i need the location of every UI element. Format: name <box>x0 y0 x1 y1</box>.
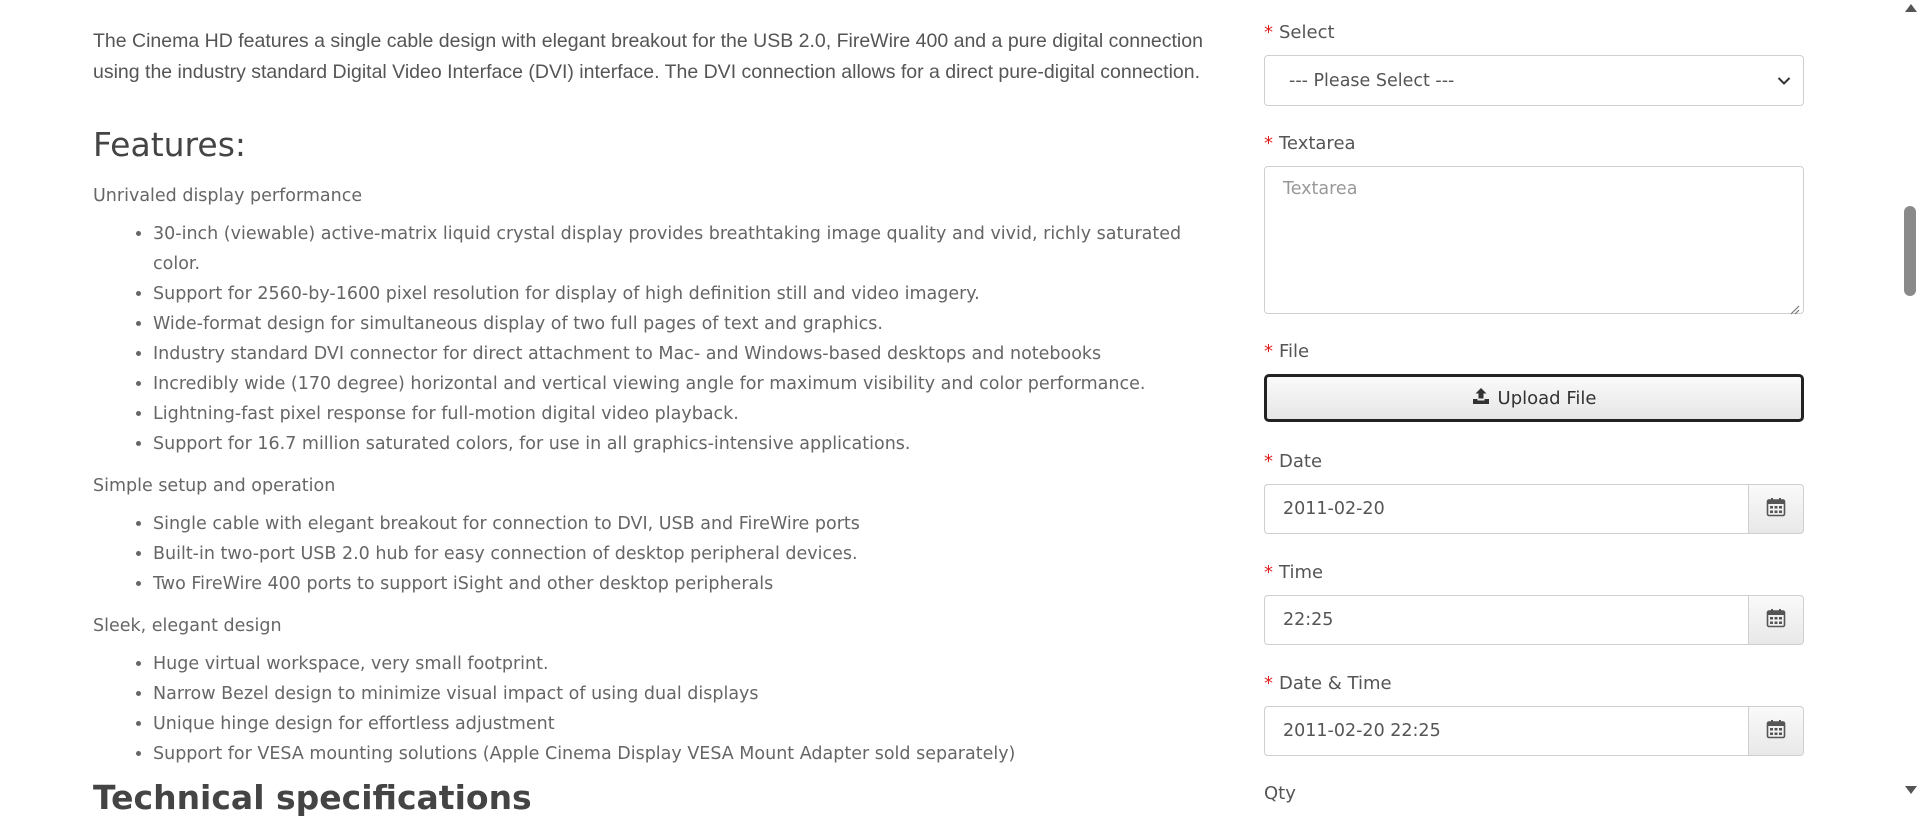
list-item: Incredibly wide (170 degree) horizontal … <box>153 369 1213 399</box>
feature-group-title: Unrivaled display performance <box>93 186 363 206</box>
date-input-group: 2011-02-20 <box>1264 484 1804 534</box>
required-marker: * <box>1264 22 1273 43</box>
required-marker: * <box>1264 673 1273 694</box>
datetime-label: * Date & Time <box>1264 673 1392 694</box>
datetime-input-group: 2011-02-20 22:25 <box>1264 706 1804 756</box>
list-item: Support for VESA mounting solutions (App… <box>153 739 1213 769</box>
list-item: Huge virtual workspace, very small footp… <box>153 649 1213 679</box>
upload-file-button[interactable]: Upload File <box>1264 374 1804 422</box>
date-label: * Date <box>1264 451 1323 472</box>
textarea-label: * Textarea <box>1264 133 1356 154</box>
date-field-group: * Date 2011-02-20 <box>1264 450 1804 534</box>
calendar-icon <box>1766 608 1786 632</box>
features-heading: Features: <box>93 125 247 164</box>
required-marker: * <box>1264 562 1273 583</box>
time-label: * Time <box>1264 562 1324 583</box>
feature-list: Huge virtual workspace, very small footp… <box>93 649 1213 769</box>
list-item: Industry standard DVI connector for dire… <box>153 339 1213 369</box>
upload-button-label: Upload File <box>1497 387 1597 409</box>
description-intro: The Cinema HD features a single cable de… <box>93 30 1203 83</box>
textarea-input[interactable]: Textarea <box>1264 166 1804 315</box>
textarea-field-group: * Textarea Textarea <box>1264 132 1804 315</box>
required-marker: * <box>1264 341 1273 362</box>
qty-field-group: Qty <box>1264 782 1296 806</box>
scroll-up-arrow-icon[interactable] <box>1905 4 1917 12</box>
select-label: * Select <box>1264 22 1335 43</box>
time-input[interactable]: 22:25 <box>1264 595 1748 645</box>
required-marker: * <box>1264 133 1273 154</box>
date-picker-button[interactable] <box>1748 484 1804 534</box>
datetime-input[interactable]: 2011-02-20 22:25 <box>1264 706 1748 756</box>
upload-icon <box>1472 387 1490 410</box>
scrollbar-thumb[interactable] <box>1904 206 1916 296</box>
feature-group-title: Sleek, elegant design <box>93 616 282 636</box>
select-field-group: * Select --- Please Select --- <box>1264 21 1804 106</box>
qty-label: Qty <box>1264 783 1296 804</box>
list-item: Single cable with elegant breakout for c… <box>153 509 1213 539</box>
page-scrollbar[interactable] <box>1900 0 1920 800</box>
tech-specs-heading: Technical specifications <box>93 778 532 817</box>
list-item: 30-inch (viewable) active-matrix liquid … <box>153 219 1213 279</box>
datetime-picker-button[interactable] <box>1748 706 1804 756</box>
feature-list: 30-inch (viewable) active-matrix liquid … <box>93 219 1213 459</box>
textarea-placeholder: Textarea <box>1283 179 1358 199</box>
calendar-icon <box>1766 719 1786 743</box>
list-item: Narrow Bezel design to minimize visual i… <box>153 679 1213 709</box>
required-marker: * <box>1264 451 1273 472</box>
calendar-icon <box>1766 497 1786 521</box>
list-item: Support for 16.7 million saturated color… <box>153 429 1213 459</box>
time-input-group: 22:25 <box>1264 595 1804 645</box>
file-label: * File <box>1264 341 1310 362</box>
time-field-group: * Time 22:25 <box>1264 561 1804 645</box>
list-item: Support for 2560-by-1600 pixel resolutio… <box>153 279 1213 309</box>
list-item: Lightning-fast pixel response for full-m… <box>153 399 1213 429</box>
list-item: Two FireWire 400 ports to support iSight… <box>153 569 1213 599</box>
resize-handle-icon[interactable] <box>1790 300 1800 315</box>
product-description: The Cinema HD features a single cable de… <box>93 0 1213 781</box>
date-input[interactable]: 2011-02-20 <box>1264 484 1748 534</box>
list-item: Wide-format design for simultaneous disp… <box>153 309 1213 339</box>
scroll-down-arrow-icon[interactable] <box>1905 786 1917 794</box>
select-dropdown[interactable]: --- Please Select --- <box>1264 55 1804 106</box>
list-item: Unique hinge design for effortless adjus… <box>153 709 1213 739</box>
datetime-field-group: * Date & Time 2011-02-20 22:25 <box>1264 672 1804 756</box>
list-item: Built-in two-port USB 2.0 hub for easy c… <box>153 539 1213 569</box>
feature-group-title: Simple setup and operation <box>93 476 336 496</box>
time-picker-button[interactable] <box>1748 595 1804 645</box>
select-value: --- Please Select --- <box>1289 70 1455 91</box>
feature-list: Single cable with elegant breakout for c… <box>93 509 1213 599</box>
chevron-down-icon <box>1777 71 1791 91</box>
file-field-group: * File Upload File <box>1264 340 1804 422</box>
